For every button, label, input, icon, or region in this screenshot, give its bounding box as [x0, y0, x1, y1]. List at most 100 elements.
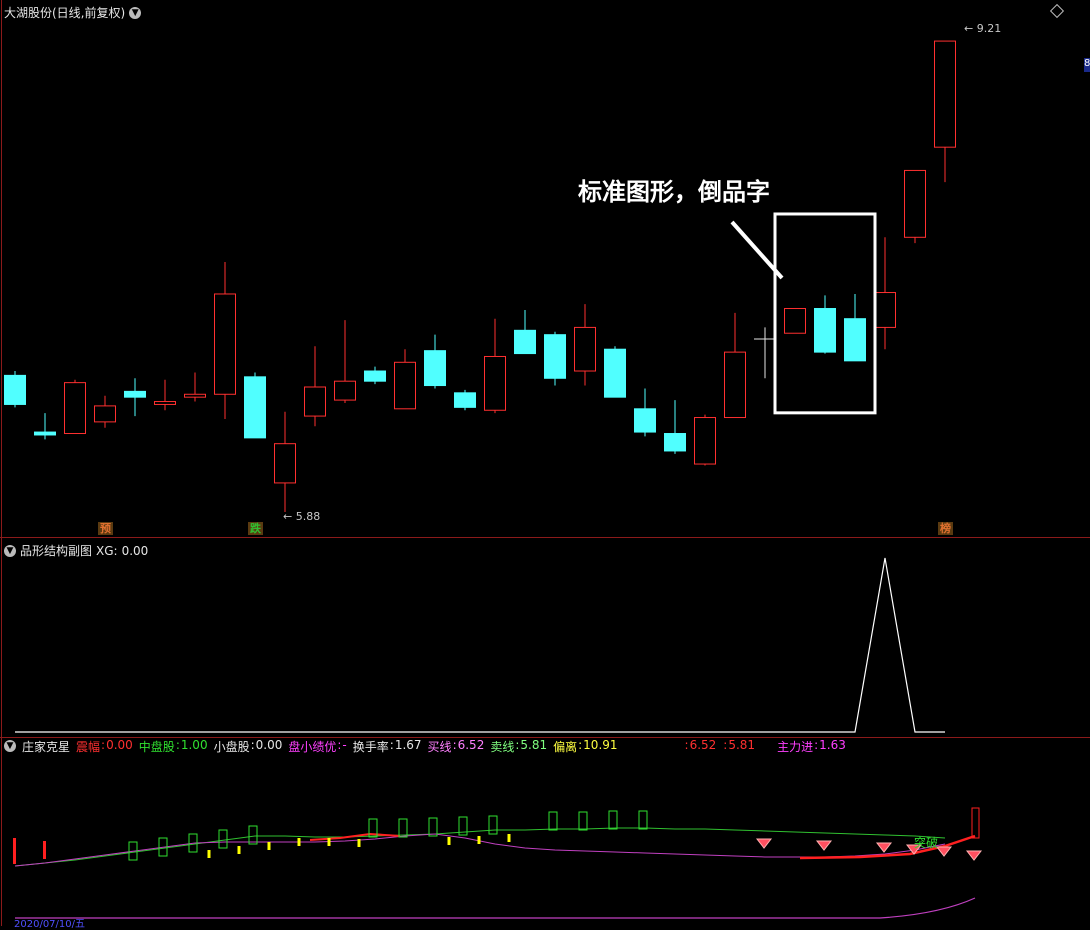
green-bar — [488, 815, 498, 835]
candle-body — [274, 443, 296, 484]
legend-item: 盘小绩优: - — [288, 738, 346, 755]
candle — [454, 389, 476, 411]
sub-chart-title: 品形结构副图 — [20, 544, 93, 558]
sub-chart-pane[interactable]: ▼ 品形结构副图 XG: 0.00 — [0, 538, 1090, 738]
legend-separator: : — [175, 737, 180, 752]
candle-body — [934, 40, 956, 148]
legend-value: - — [342, 737, 347, 752]
candle — [784, 308, 806, 334]
candle — [184, 372, 206, 402]
candle-body — [154, 401, 176, 405]
candle-body — [904, 169, 926, 238]
candle-body — [304, 386, 326, 417]
candle-body — [484, 355, 506, 411]
candle — [844, 293, 866, 362]
candle — [904, 169, 926, 244]
legend-separator: : — [684, 737, 689, 752]
candlestick-chart[interactable] — [0, 0, 1090, 538]
candle — [394, 349, 416, 410]
candle-body — [724, 351, 746, 419]
candle — [34, 413, 56, 440]
yellow-tick — [447, 837, 451, 845]
yellow-tick — [327, 838, 331, 846]
yellow-tick — [477, 836, 481, 844]
diamond-icon — [755, 838, 773, 849]
candle-body — [334, 380, 356, 401]
signal-line-chart[interactable] — [0, 538, 1090, 738]
green-bar — [398, 818, 408, 838]
legend-label: 买线 — [427, 739, 452, 754]
legend-item: :6.52 — [684, 738, 717, 755]
yellow-tick — [267, 842, 271, 850]
indicator-pane[interactable]: 突破 ▼ 庄家克星 震幅:0.00 中盘股:1.00 小盘股:0.00 盘小绩优: - 换… — [0, 737, 1090, 930]
green-bar — [428, 817, 438, 837]
candle-body — [424, 350, 446, 387]
candle — [814, 295, 836, 354]
legend-value: 1.63 — [819, 737, 846, 752]
red-bar — [43, 841, 46, 859]
candle — [424, 334, 446, 389]
signal-tag: 榜 — [938, 522, 953, 535]
green-bar — [608, 810, 618, 830]
legend-value: 10.91 — [583, 737, 618, 752]
low-price-label: ← 5.88 — [283, 510, 320, 523]
diamond-icon — [815, 840, 833, 851]
signal-tag: 跌 — [248, 522, 263, 535]
main-chart-header: 大湖股份(日线,前复权) ▼ — [4, 4, 142, 21]
legend-separator: : — [337, 737, 342, 752]
legend-separator: : — [250, 737, 255, 752]
legend-label: 小盘股 — [213, 739, 250, 754]
green-bar — [248, 825, 258, 845]
candle — [694, 414, 716, 466]
arrow-left-icon: ← — [964, 22, 974, 35]
candle-body — [544, 334, 566, 379]
green-bar — [638, 810, 648, 830]
diamond-icon — [965, 850, 983, 861]
candle — [214, 262, 236, 419]
legend-item: 震幅:0.00 — [76, 738, 133, 755]
red-bar — [971, 807, 980, 839]
legend-item: 卖线:5.81 — [490, 738, 547, 755]
candle-body — [214, 293, 236, 395]
candle — [604, 346, 626, 398]
main-force-line — [15, 897, 976, 919]
chevron-down-icon[interactable]: ▼ — [4, 544, 16, 557]
legend-separator: : — [814, 737, 819, 752]
yellow-tick — [207, 850, 211, 858]
legend-label: 中盘股 — [138, 739, 175, 754]
candle-body — [124, 390, 146, 398]
candle — [544, 331, 566, 386]
legend-label: 主力进 — [777, 739, 814, 754]
legend-value: 1.00 — [180, 737, 208, 752]
candle-body — [184, 393, 206, 398]
legend-item: 小盘股:0.00 — [214, 738, 283, 755]
callout-annotation: 标准图形，倒品字 — [578, 178, 770, 206]
legend-separator: : — [578, 737, 583, 752]
yellow-tick — [297, 838, 301, 846]
candle-body — [64, 382, 86, 435]
bottom-date: 2020/07/10/五 — [14, 919, 86, 930]
legend-value: 6.52 — [689, 737, 717, 752]
indicator-chart[interactable]: 突破 — [0, 738, 1090, 926]
candle-body — [874, 292, 896, 328]
xg-value: 0.00 — [121, 543, 149, 558]
candle — [304, 346, 326, 427]
diamond-icon — [935, 846, 953, 857]
legend-label: 卖线 — [490, 739, 515, 754]
candle — [64, 379, 86, 435]
main-chart-pane[interactable]: 大湖股份(日线,前复权) ▼ 8 ← 9.21 ← 5.88 标准图形，倒品字 … — [0, 0, 1090, 538]
green-bar — [548, 811, 558, 831]
legend-separator: : — [515, 737, 520, 752]
xg-label: XG: — [96, 543, 118, 558]
chevron-down-icon[interactable]: ▼ — [129, 6, 142, 19]
candle — [94, 395, 116, 428]
candle — [634, 388, 656, 437]
candle-body — [514, 329, 536, 355]
green-bar — [218, 829, 228, 849]
edge-price-tag: 8 — [1084, 58, 1090, 72]
candle-body — [364, 370, 386, 382]
chevron-down-icon[interactable]: ▼ — [4, 740, 16, 752]
legend-value: 6.52 — [457, 737, 485, 752]
yellow-tick — [507, 834, 511, 842]
candle — [484, 318, 506, 414]
